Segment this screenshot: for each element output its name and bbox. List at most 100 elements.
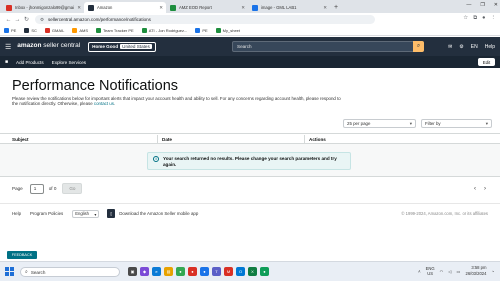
seller-central-logo[interactable]: amazon seller central xyxy=(17,43,80,50)
maximize-icon[interactable]: ❐ xyxy=(480,2,484,8)
app-icon[interactable]: ● xyxy=(188,267,197,276)
outlook-icon[interactable]: O xyxy=(236,267,245,276)
taskbar-apps: ▣ ◆ e ▤ ● ● ● T M O X ● xyxy=(128,267,269,276)
taskbar-search[interactable]: ⌕ Search xyxy=(20,267,120,277)
chevron-right-icon[interactable]: › xyxy=(484,186,486,192)
chrome-icon[interactable]: ● xyxy=(176,267,185,276)
battery-icon[interactable]: ▭ xyxy=(457,269,461,274)
settings-icon[interactable]: ⚙ xyxy=(459,44,463,50)
windows-start-icon[interactable] xyxy=(5,267,14,276)
mobile-app-icon[interactable]: ▯ xyxy=(107,209,116,218)
clock-date: 26/03/2024 xyxy=(465,271,487,276)
bookmark-item[interactable]: GMAIL xyxy=(44,28,65,33)
page-number-input[interactable]: 1 xyxy=(29,183,44,194)
chevron-left-icon[interactable]: ‹ xyxy=(474,186,476,192)
alert-text: Your search returned no results. Please … xyxy=(163,156,337,167)
no-results-alert: i Your search returned no results. Pleas… xyxy=(147,152,351,170)
filter-select[interactable]: Filter by ▾ xyxy=(421,119,492,128)
close-icon[interactable]: ✕ xyxy=(77,5,81,11)
url-field[interactable]: ⚙ sellercentral.amazon.com/performance/n… xyxy=(35,15,375,24)
nav-add-products[interactable]: Add Products xyxy=(16,60,44,65)
bookmark-icon[interactable]: ■ xyxy=(5,59,8,65)
description-end: . xyxy=(113,101,116,107)
bookmark-item[interactable]: PE xyxy=(195,28,208,33)
per-page-select[interactable]: 25 per page ▾ xyxy=(343,119,416,128)
back-icon[interactable]: ← xyxy=(4,17,13,23)
search-icon[interactable]: ⌕ xyxy=(413,41,424,52)
minimize-icon[interactable]: — xyxy=(466,2,471,8)
logo-text: amazon xyxy=(17,42,42,50)
forward-icon[interactable]: → xyxy=(13,17,22,23)
star-icon[interactable]: ☆ xyxy=(463,15,468,22)
bookmark-icon xyxy=(96,28,102,33)
page-footer: Help Program Policies English ▾ ▯ Downlo… xyxy=(12,208,488,219)
extensions-icon[interactable]: ⧉ xyxy=(473,15,477,22)
notifications-icon[interactable]: ◔ xyxy=(491,269,494,274)
bookmark-item[interactable]: SC xyxy=(24,28,37,33)
teams-icon[interactable]: T xyxy=(212,267,221,276)
bookmark-icon xyxy=(24,28,30,33)
help-link[interactable]: Help xyxy=(485,44,495,50)
search-placeholder: Search xyxy=(237,44,252,49)
divider xyxy=(0,203,500,204)
task-view-icon[interactable]: ▣ xyxy=(128,267,137,276)
tab-label: image - GML LAB1 xyxy=(261,5,297,10)
profile-icon[interactable]: ● xyxy=(482,15,485,22)
bookmark-item[interactable]: My_sheet xyxy=(215,28,240,33)
seller-search-input[interactable]: Search xyxy=(232,41,422,52)
close-icon[interactable]: ✕ xyxy=(241,5,245,11)
store-country: United States xyxy=(120,44,152,49)
nav-explore-services[interactable]: Explore Services xyxy=(52,60,86,65)
bookmark-item[interactable]: ATI - Jon Rodriguez... xyxy=(141,28,187,33)
store-switcher[interactable]: Home Good United States xyxy=(88,41,156,52)
program-policies-link[interactable]: Program Policies xyxy=(30,211,63,216)
browser-tab-image[interactable]: image - GML LAB1 ✕ xyxy=(248,2,330,13)
file-explorer-icon[interactable]: ▤ xyxy=(164,267,173,276)
column-divider xyxy=(157,135,158,143)
close-icon[interactable]: ✕ xyxy=(159,5,163,11)
bookmark-item[interactable]: PE xyxy=(4,28,16,33)
page-description: Please review the notifications below fo… xyxy=(12,96,342,107)
new-tab-button[interactable]: + xyxy=(334,4,338,11)
site-info-icon[interactable]: ⚙ xyxy=(40,17,44,23)
app-icon[interactable]: ● xyxy=(200,267,209,276)
bookmarks-bar: PE SC GMAIL AMS Team Tracker PE ATI - Jo… xyxy=(0,26,500,36)
feedback-button[interactable]: FEEDBACK xyxy=(7,251,37,259)
page-label: Page xyxy=(12,186,23,191)
bookmark-label: GMAIL xyxy=(51,28,65,33)
close-window-icon[interactable]: ✕ xyxy=(494,2,498,8)
reload-icon[interactable]: ↻ xyxy=(22,16,31,23)
edit-button[interactable]: Edit xyxy=(478,58,495,66)
menu-icon[interactable]: ⋮ xyxy=(491,15,497,22)
copyright: © 1999-2024, Amazon.com, Inc. or its aff… xyxy=(401,211,488,216)
widgets-icon[interactable]: ◆ xyxy=(140,267,149,276)
page-title: Performance Notifications xyxy=(12,78,179,94)
volume-icon[interactable]: ◁ xyxy=(448,269,451,274)
hamburger-menu-icon[interactable]: ☰ xyxy=(5,43,11,51)
app-icon[interactable]: ● xyxy=(260,267,269,276)
wifi-icon[interactable]: ◠ xyxy=(440,269,444,274)
browser-tab-gmail[interactable]: Inbox - jhonmigonzalo99@gmai ✕ xyxy=(2,2,84,13)
browser-tab-amazon[interactable]: Amazon ✕ xyxy=(84,2,166,13)
browser-tab-eod-report[interactable]: AMZ EOD Report ✕ xyxy=(166,2,248,13)
bookmark-item[interactable]: Team Tracker PE xyxy=(96,28,134,33)
bookmark-icon xyxy=(215,28,221,33)
close-icon[interactable]: ✕ xyxy=(323,5,327,11)
mobile-app-link[interactable]: Download the Amazon Seller mobile app xyxy=(119,211,198,216)
secondary-nav: ■ Add Products Explore Services xyxy=(0,56,500,68)
mail-icon[interactable]: ✉ xyxy=(448,44,452,50)
footer-language-select[interactable]: English ▾ xyxy=(72,209,100,218)
chevron-up-icon[interactable]: ˄ xyxy=(418,269,420,274)
go-button[interactable]: Go xyxy=(62,183,83,194)
excel-icon[interactable]: X xyxy=(248,267,257,276)
language-selector[interactable]: EN xyxy=(471,44,478,50)
clock[interactable]: 3:58 pm 26/03/2024 xyxy=(466,265,487,277)
column-actions: Actions xyxy=(309,137,326,142)
input-language[interactable]: ENG US xyxy=(426,266,435,276)
edge-icon[interactable]: e xyxy=(152,267,161,276)
bookmark-item[interactable]: AMS xyxy=(72,28,88,33)
app-icon[interactable]: M xyxy=(224,267,233,276)
chevron-down-icon: ▾ xyxy=(409,121,412,126)
contact-us-link[interactable]: contact us xyxy=(94,101,114,106)
footer-help-link[interactable]: Help xyxy=(12,211,21,216)
